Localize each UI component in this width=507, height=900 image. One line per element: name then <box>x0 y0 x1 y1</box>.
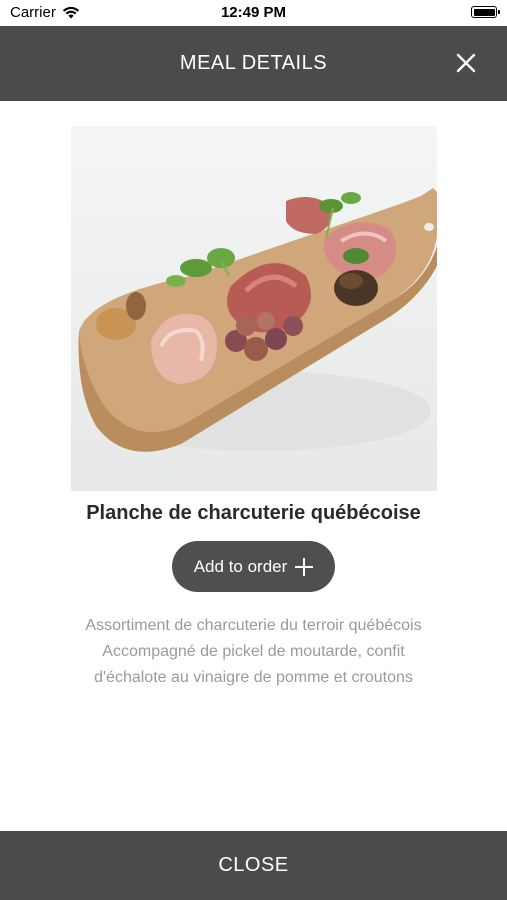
close-icon[interactable] <box>453 50 479 76</box>
close-button[interactable]: CLOSE <box>0 831 507 900</box>
description-line: Assortiment de charcuterie du terroir qu… <box>85 617 422 634</box>
meal-name: Planche de charcuterie québécoise <box>86 502 421 524</box>
add-to-order-label: Add to order <box>193 556 288 576</box>
description-line: Accompagné de pickel de moutarde, confit <box>102 643 405 660</box>
meal-description: Assortiment de charcuterie du terroir qu… <box>30 613 477 691</box>
description-line: d'échalote au vinaigre de pomme et crout… <box>94 669 413 686</box>
meal-photo <box>71 126 437 491</box>
header-bar: MEAL DETAILS <box>0 26 507 101</box>
charcuterie-board-illustration <box>78 188 437 452</box>
meal-details-screen: Carrier 12:49 PM MEAL DETAILS Planche de… <box>0 0 507 900</box>
plus-icon <box>295 557 314 576</box>
status-time: 12:49 PM <box>220 4 287 21</box>
battery-icon <box>471 6 500 18</box>
close-button-label: CLOSE <box>218 854 289 876</box>
status-bar: Carrier 12:49 PM <box>0 0 507 26</box>
add-to-order-button[interactable]: Add to order <box>172 541 335 592</box>
page-title: MEAL DETAILS <box>179 52 328 74</box>
